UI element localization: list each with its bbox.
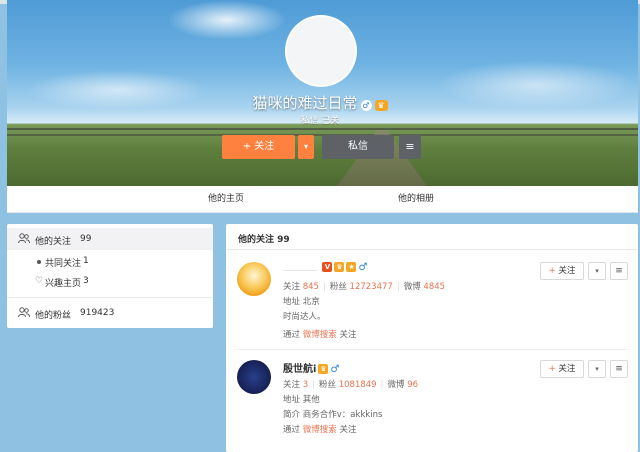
- bullet-icon: [37, 260, 41, 264]
- tab-home[interactable]: 他的主页: [208, 186, 244, 213]
- profile-meta: 私信 已关: [300, 116, 340, 126]
- user-avatar[interactable]: [237, 360, 271, 394]
- user-dropdown-button[interactable]: ▾: [588, 262, 606, 280]
- message-button[interactable]: 私信: [322, 135, 394, 159]
- card-divider: [236, 349, 628, 350]
- tab-album[interactable]: 他的相册: [398, 186, 434, 213]
- sidebar-divider: [7, 297, 213, 298]
- sidebar-common-label: 共同关注: [45, 259, 82, 269]
- plus-icon: +: [548, 364, 556, 374]
- member-level-icon: ♛: [334, 262, 345, 272]
- user-follow-button[interactable]: + 关注: [540, 360, 584, 378]
- sidebar-interest-count: 3: [83, 276, 89, 286]
- user-stats: 关注 845 | 粉丝 12723477 | 微博 4845: [283, 282, 446, 292]
- redacted-name: [283, 263, 317, 271]
- following-list-title: 他的关注 99: [238, 235, 290, 245]
- weibo-count[interactable]: 96: [407, 380, 418, 390]
- source-link[interactable]: 微博搜索: [303, 425, 337, 435]
- profile-tabbar: 他的主页 他的相册: [7, 186, 638, 213]
- user-name[interactable]: V ♛ ★ ♂: [283, 262, 367, 273]
- user-menu-button[interactable]: ≡: [610, 262, 628, 280]
- follow-count[interactable]: 845: [303, 282, 319, 292]
- user-menu-button[interactable]: ≡: [610, 360, 628, 378]
- sidebar-interest-label: 兴趣主页: [45, 279, 82, 289]
- male-gender-icon: ♂: [358, 262, 368, 273]
- follow-label: 关注: [254, 141, 275, 152]
- follow-button[interactable]: + 关注: [222, 135, 295, 159]
- left-sidebar: 他的关注 99 共同关注 1 ♡ 兴趣主页 3 他的粉丝 919423: [7, 224, 213, 328]
- profile-avatar[interactable]: [285, 15, 357, 87]
- user-follow-button[interactable]: + 关注: [540, 262, 584, 280]
- sidebar-item-common[interactable]: 共同关注 1: [7, 253, 213, 271]
- nickname-row: 猫咪的难过日常 ♂ ♛: [0, 92, 640, 113]
- more-menu-button[interactable]: ≡: [399, 135, 421, 159]
- following-user-card: V ♛ ★ ♂ 关注 845 | 粉丝 12723477 | 微博 4845 地址 北京 时尚…: [226, 262, 638, 348]
- verified-v-icon: V: [322, 262, 333, 272]
- source-link[interactable]: 微博搜索: [303, 330, 337, 340]
- heart-icon: ♡: [35, 276, 44, 286]
- weibo-count[interactable]: 4845: [423, 282, 445, 292]
- following-user-card: 殷世航i ♛ ♂ 关注 3 | 粉丝 1081849 | 微博 96 地址 其他 简介 商务…: [226, 360, 638, 440]
- user-address: 地址 其他: [283, 395, 320, 405]
- user-intro: 时尚达人。: [283, 312, 326, 322]
- member-level-icon: ♛: [318, 364, 329, 374]
- user-dropdown-button[interactable]: ▾: [588, 360, 606, 378]
- fans-count[interactable]: 12723477: [350, 282, 393, 292]
- plus-icon: +: [242, 141, 252, 152]
- male-gender-icon: ♂: [330, 364, 340, 375]
- sidebar-item-following[interactable]: 他的关注 99: [7, 228, 213, 250]
- title-divider: [226, 249, 638, 250]
- user-intro: 简介 商务合作v：akkkins: [283, 410, 383, 420]
- users-icon: [18, 233, 30, 247]
- cloud-decoration: [167, 0, 287, 40]
- male-gender-icon: ♂: [360, 100, 372, 111]
- user-follow-source: 通过 微博搜索 关注: [283, 330, 357, 340]
- sidebar-common-count: 1: [83, 256, 89, 266]
- sidebar-fans-label: 他的粉丝: [35, 311, 72, 321]
- follow-count[interactable]: 3: [303, 380, 308, 390]
- sidebar-following-count: 99: [80, 234, 92, 244]
- user-follow-source: 通过 微博搜索 关注: [283, 425, 357, 435]
- user-address: 地址 北京: [283, 297, 320, 307]
- member-level-icon[interactable]: ♛: [374, 100, 388, 111]
- sidebar-fans-count: 919423: [80, 308, 115, 318]
- following-list-panel: 他的关注 99 V ♛ ★ ♂ 关注 845 | 粉丝 12723477 | 微博 4845 …: [226, 224, 638, 452]
- sidebar-following-label: 他的关注: [35, 237, 72, 247]
- user-stats: 关注 3 | 粉丝 1081849 | 微博 96: [283, 380, 419, 390]
- user-name[interactable]: 殷世航i ♛ ♂: [283, 360, 339, 375]
- follow-dropdown-button[interactable]: ▾: [298, 135, 314, 159]
- sidebar-item-fans[interactable]: 他的粉丝 919423: [7, 304, 213, 324]
- fans-count[interactable]: 1081849: [339, 380, 377, 390]
- sidebar-item-interest[interactable]: ♡ 兴趣主页 3: [7, 273, 213, 291]
- vip-icon: ★: [346, 262, 357, 272]
- user-avatar[interactable]: [237, 262, 271, 296]
- profile-nickname: 猫咪的难过日常: [252, 94, 358, 112]
- users-icon: [18, 307, 30, 321]
- plus-icon: +: [548, 266, 556, 276]
